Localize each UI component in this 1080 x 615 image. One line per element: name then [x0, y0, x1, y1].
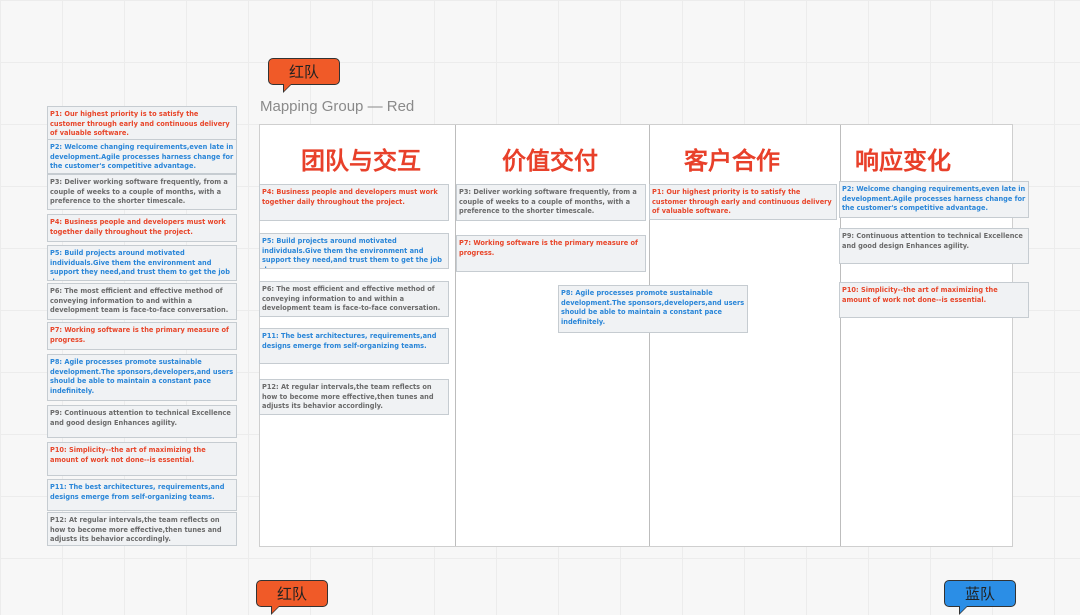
- callout-label: 红队: [288, 63, 319, 81]
- board-note-p10[interactable]: P10: Simplicity--the art of maximizing t…: [839, 282, 1029, 318]
- board-note-p11[interactable]: P11: The best architectures, requirement…: [259, 328, 449, 364]
- board-note-p9[interactable]: P9: Continuous attention to technical Ex…: [839, 228, 1029, 264]
- board-note-p4[interactable]: P4: Business people and developers must …: [259, 184, 449, 221]
- callout-label: 红队: [276, 585, 307, 603]
- list-note-p1[interactable]: P1: Our highest priority is to satisfy t…: [47, 106, 237, 140]
- list-note-p12[interactable]: P12: At regular intervals,the team refle…: [47, 512, 237, 546]
- column-title-responding-change: 响应变化: [855, 147, 951, 175]
- team-callout-red-bottom[interactable]: 红队: [256, 580, 328, 615]
- board-note-p5[interactable]: P5: Build projects around motivated indi…: [259, 233, 449, 269]
- column-title-value-delivery: 价值交付: [502, 147, 598, 175]
- board-note-p3[interactable]: P3: Deliver working software frequently,…: [456, 184, 646, 221]
- team-callout-blue-bottom[interactable]: 蓝队: [944, 580, 1016, 615]
- list-note-p11[interactable]: P11: The best architectures, requirement…: [47, 479, 237, 511]
- board-note-p7[interactable]: P7: Working software is the primary meas…: [456, 235, 646, 272]
- board-note-p6[interactable]: P6: The most efficient and effective met…: [259, 281, 449, 317]
- board-note-p2[interactable]: P2: Welcome changing requirements,even l…: [839, 181, 1029, 218]
- column-title-customer-collaboration: 客户合作: [684, 147, 780, 175]
- column-title-team-interaction: 团队与交互: [301, 147, 421, 175]
- board-note-p1[interactable]: P1: Our highest priority is to satisfy t…: [649, 184, 837, 220]
- board-note-p8[interactable]: P8: Agile processes promote sustainable …: [558, 285, 748, 333]
- list-note-p4[interactable]: P4: Business people and developers must …: [47, 214, 237, 242]
- group-title: Mapping Group — Red: [260, 98, 415, 115]
- board-note-p12[interactable]: P12: At regular intervals,the team refle…: [259, 379, 449, 415]
- list-note-p5[interactable]: P5: Build projects around motivated indi…: [47, 245, 237, 281]
- list-note-p7[interactable]: P7: Working software is the primary meas…: [47, 322, 237, 350]
- list-note-p3[interactable]: P3: Deliver working software frequently,…: [47, 174, 237, 210]
- list-note-p9[interactable]: P9: Continuous attention to technical Ex…: [47, 405, 237, 438]
- callout-label: 蓝队: [964, 585, 995, 603]
- list-note-p6[interactable]: P6: The most efficient and effective met…: [47, 283, 237, 320]
- team-callout-red-top[interactable]: 红队: [268, 58, 340, 93]
- list-note-p10[interactable]: P10: Simplicity--the art of maximizing t…: [47, 442, 237, 476]
- list-note-p2[interactable]: P2: Welcome changing requirements,even l…: [47, 139, 237, 174]
- list-note-p8[interactable]: P8: Agile processes promote sustainable …: [47, 354, 237, 401]
